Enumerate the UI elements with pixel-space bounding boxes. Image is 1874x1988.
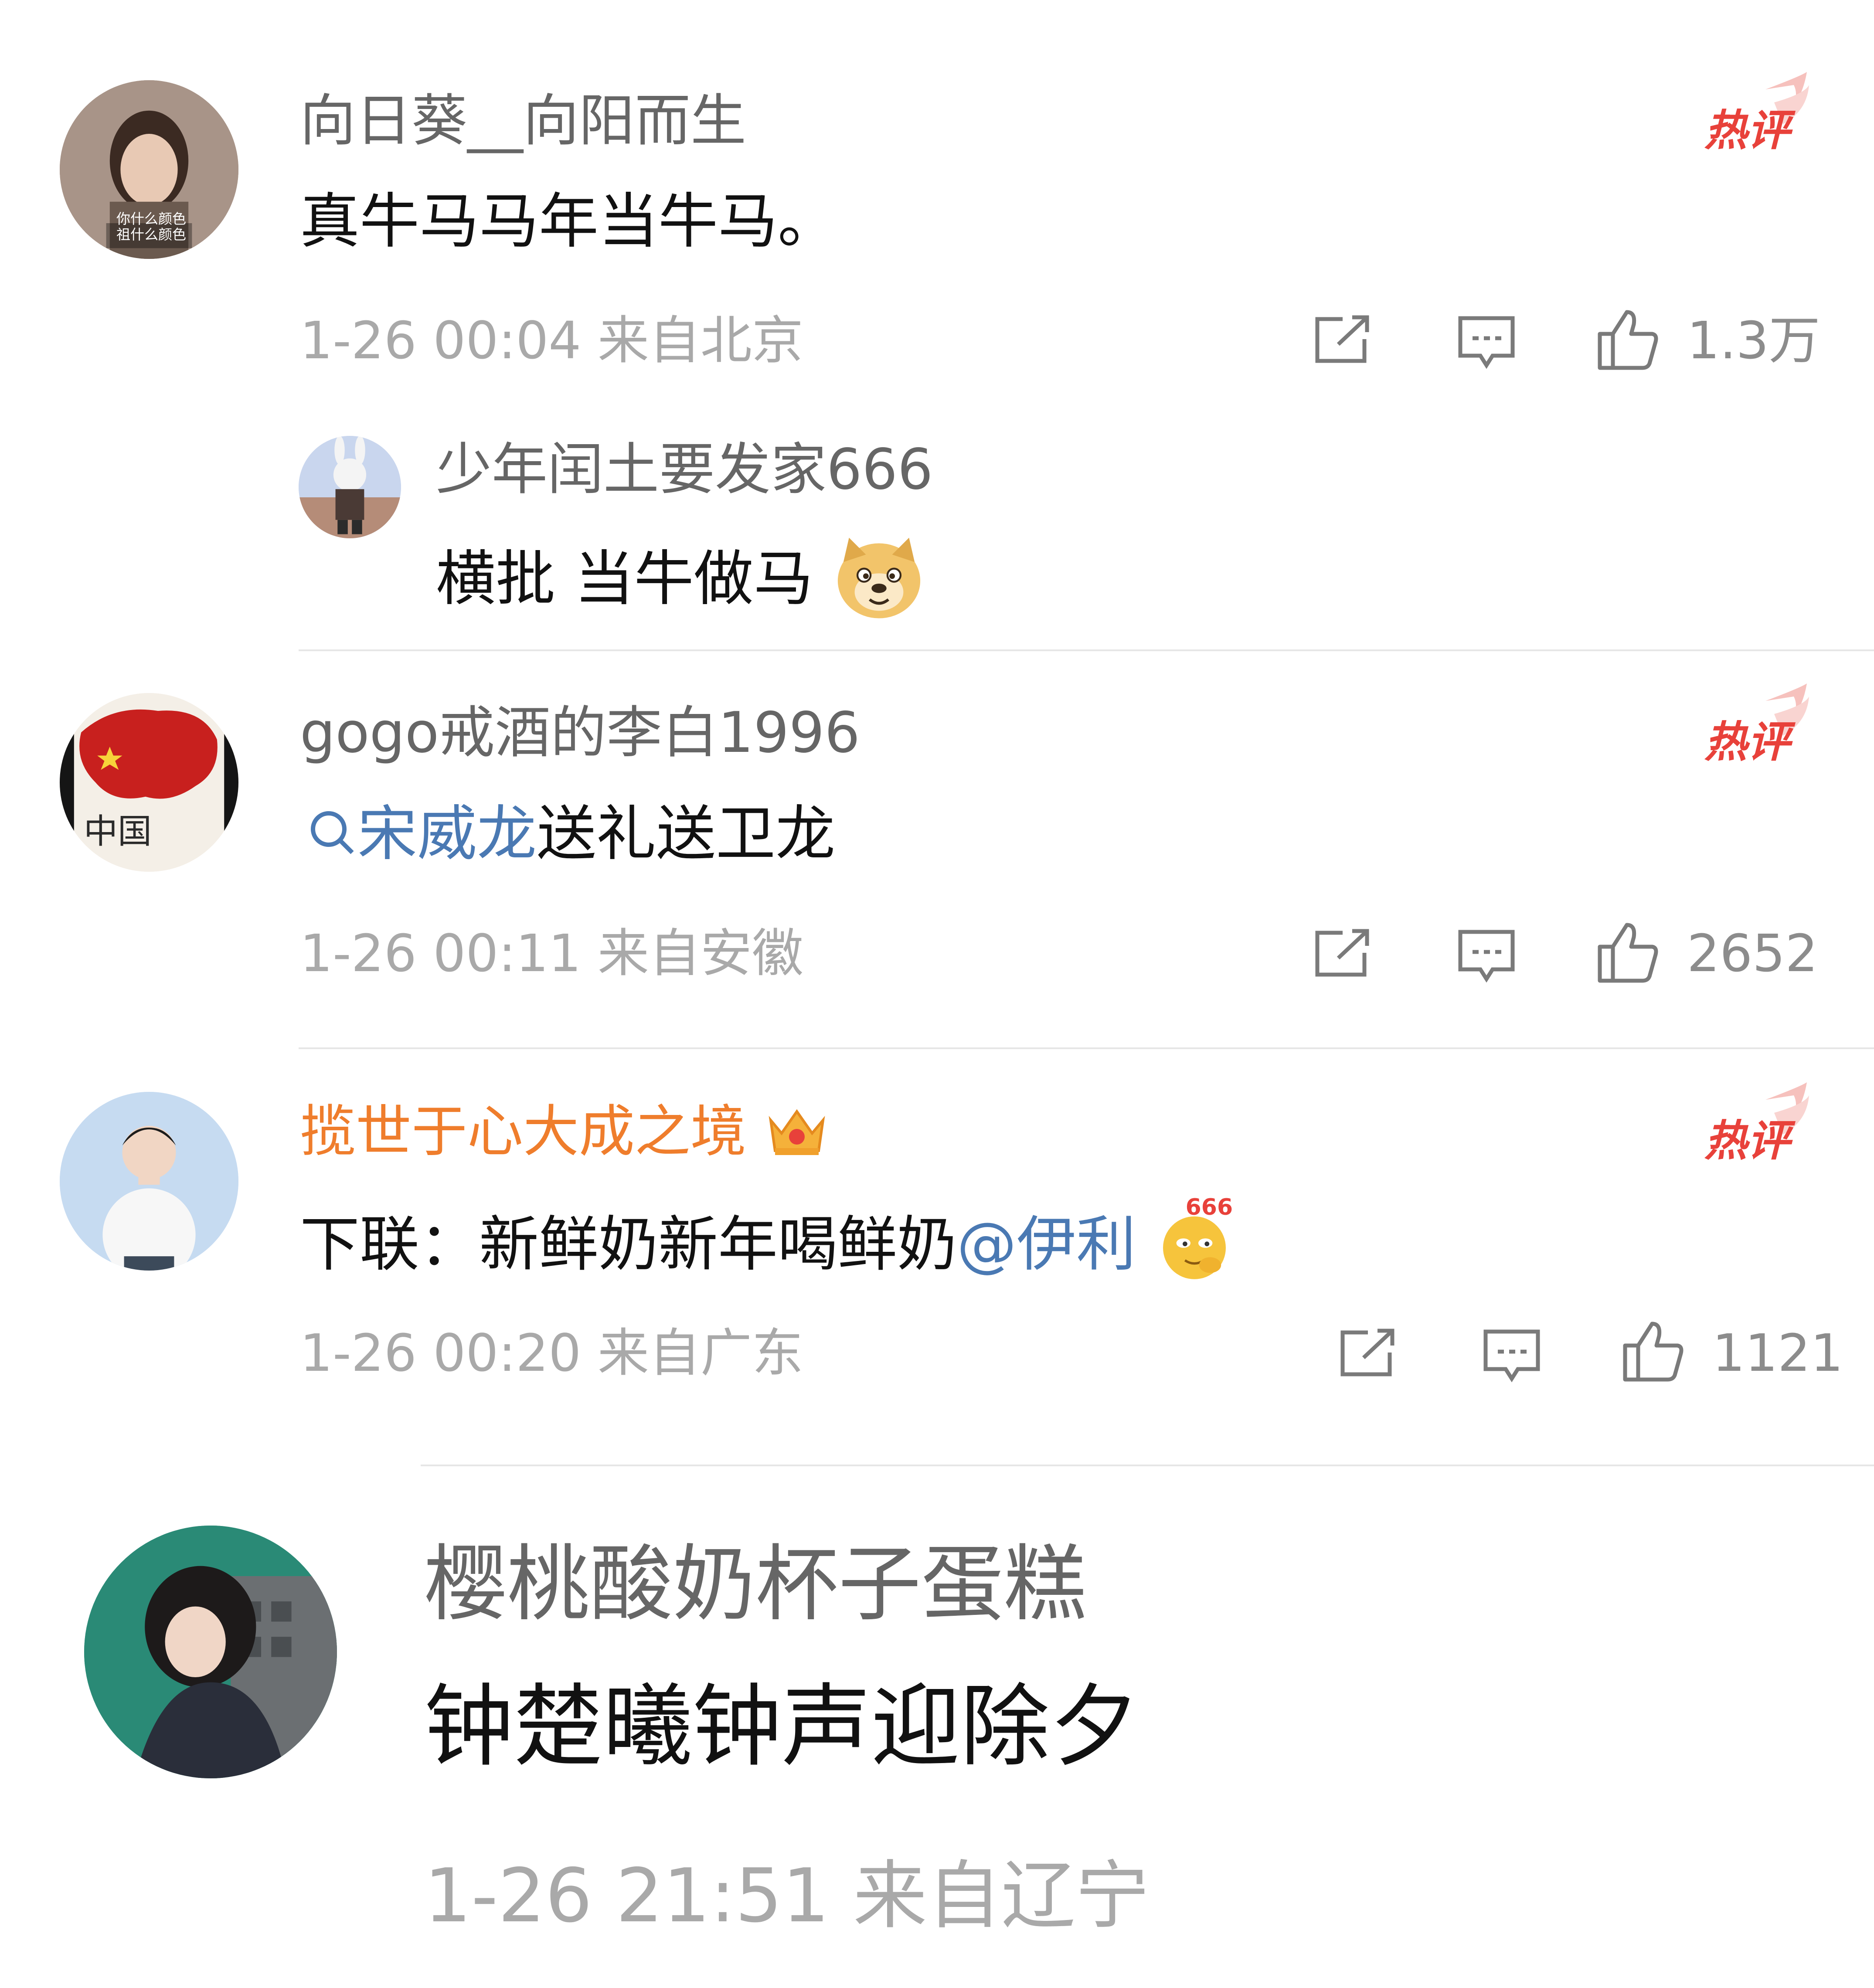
username[interactable]: 揽世于心大成之境: [300, 1103, 830, 1160]
hot-comment-badge: 热评: [1700, 683, 1813, 767]
avatar[interactable]: [60, 1092, 238, 1271]
share-icon[interactable]: [1337, 1327, 1398, 1380]
comment-location: 来自安徽: [597, 923, 803, 983]
like-icon[interactable]: [1595, 920, 1661, 985]
like-icon[interactable]: [1595, 307, 1661, 372]
username[interactable]: gogo戒酒的李白1996: [300, 705, 860, 761]
reply-avatar[interactable]: [299, 436, 401, 538]
666-emoji: 666: [1155, 1196, 1234, 1282]
comment-meta: 1-26 00:20 来自广东: [300, 1327, 803, 1379]
share-icon[interactable]: [1312, 928, 1373, 980]
doge-emoji: [832, 534, 926, 621]
cartoon-boy-avatar-image: [60, 1092, 238, 1271]
username-text: 揽世于心大成之境: [300, 1099, 747, 1164]
girl-avatar-image: [84, 1526, 337, 1778]
comment-location: 来自广东: [597, 1323, 803, 1383]
rabbit-avatar-image: [299, 436, 401, 538]
emoji-label: 666: [1185, 1194, 1233, 1220]
comment-time: 1-26 00:20: [300, 1323, 582, 1383]
username[interactable]: 樱桃酸奶杯子蛋糕: [424, 1543, 1087, 1626]
comment-text: 下联：新鲜奶新年喝鲜奶@伊利 666: [300, 1196, 1234, 1282]
username[interactable]: 向日葵__向阳而生: [300, 93, 746, 149]
mention-link[interactable]: @伊利: [957, 1210, 1136, 1279]
like-count: 2652: [1687, 923, 1818, 983]
reply-text: 横批 当牛做马: [436, 534, 926, 621]
comment-text-content: 送礼送卫龙: [537, 799, 836, 869]
avatar[interactable]: 你什么颜色 祖什么颜色: [60, 80, 238, 259]
topic-link[interactable]: 宋威龙: [357, 799, 537, 869]
avatar-caption: 中国: [84, 812, 152, 851]
comment-time: 1-26 21:51: [424, 1853, 830, 1939]
comment-icon[interactable]: [1456, 928, 1517, 984]
share-icon[interactable]: [1312, 314, 1373, 366]
comment-location: 来自北京: [597, 310, 803, 370]
crown-badge-icon: [764, 1103, 830, 1159]
reply-text-content: 横批 当牛做马: [436, 544, 813, 614]
divider: [299, 649, 1874, 651]
comment-text: 钟楚曦钟声迎除夕: [424, 1675, 1139, 1779]
avatar[interactable]: 中国: [60, 693, 238, 872]
avatar[interactable]: [84, 1526, 337, 1778]
divider: [299, 1047, 1874, 1049]
hot-comment-badge: 热评: [1700, 72, 1813, 156]
comment-meta: 1-26 21:51 来自辽宁: [424, 1859, 1150, 1933]
comment-location: 来自辽宁: [853, 1853, 1150, 1939]
hot-badge-label: 热评: [1704, 717, 1790, 767]
like-count: 1.3万: [1687, 310, 1820, 370]
comment-icon[interactable]: [1481, 1327, 1542, 1384]
hot-badge-label: 热评: [1704, 1116, 1790, 1166]
reply-username[interactable]: 少年闰土要发家666: [436, 442, 933, 498]
comment-meta: 1-26 00:11 来自安徽: [300, 928, 803, 979]
like-icon[interactable]: [1621, 1319, 1686, 1384]
comment-meta: 1-26 00:04 来自北京: [300, 315, 803, 366]
comment-text: 真牛马马年当牛马。: [300, 187, 838, 256]
comment-icon[interactable]: [1456, 314, 1517, 370]
comment-time: 1-26 00:11: [300, 923, 582, 983]
divider: [421, 1465, 1874, 1466]
comment-text-content: 下联：新鲜奶新年喝鲜奶: [300, 1210, 957, 1279]
like-count: 1121: [1712, 1323, 1843, 1383]
search-icon[interactable]: [305, 805, 357, 858]
avatar-caption: 你什么颜色 祖什么颜色: [116, 211, 186, 243]
hot-badge-label: 热评: [1704, 106, 1790, 156]
hot-comment-badge: 热评: [1700, 1082, 1813, 1166]
comment-time: 1-26 00:04: [300, 310, 582, 370]
comment-text: 宋威龙送礼送卫龙: [305, 804, 835, 864]
